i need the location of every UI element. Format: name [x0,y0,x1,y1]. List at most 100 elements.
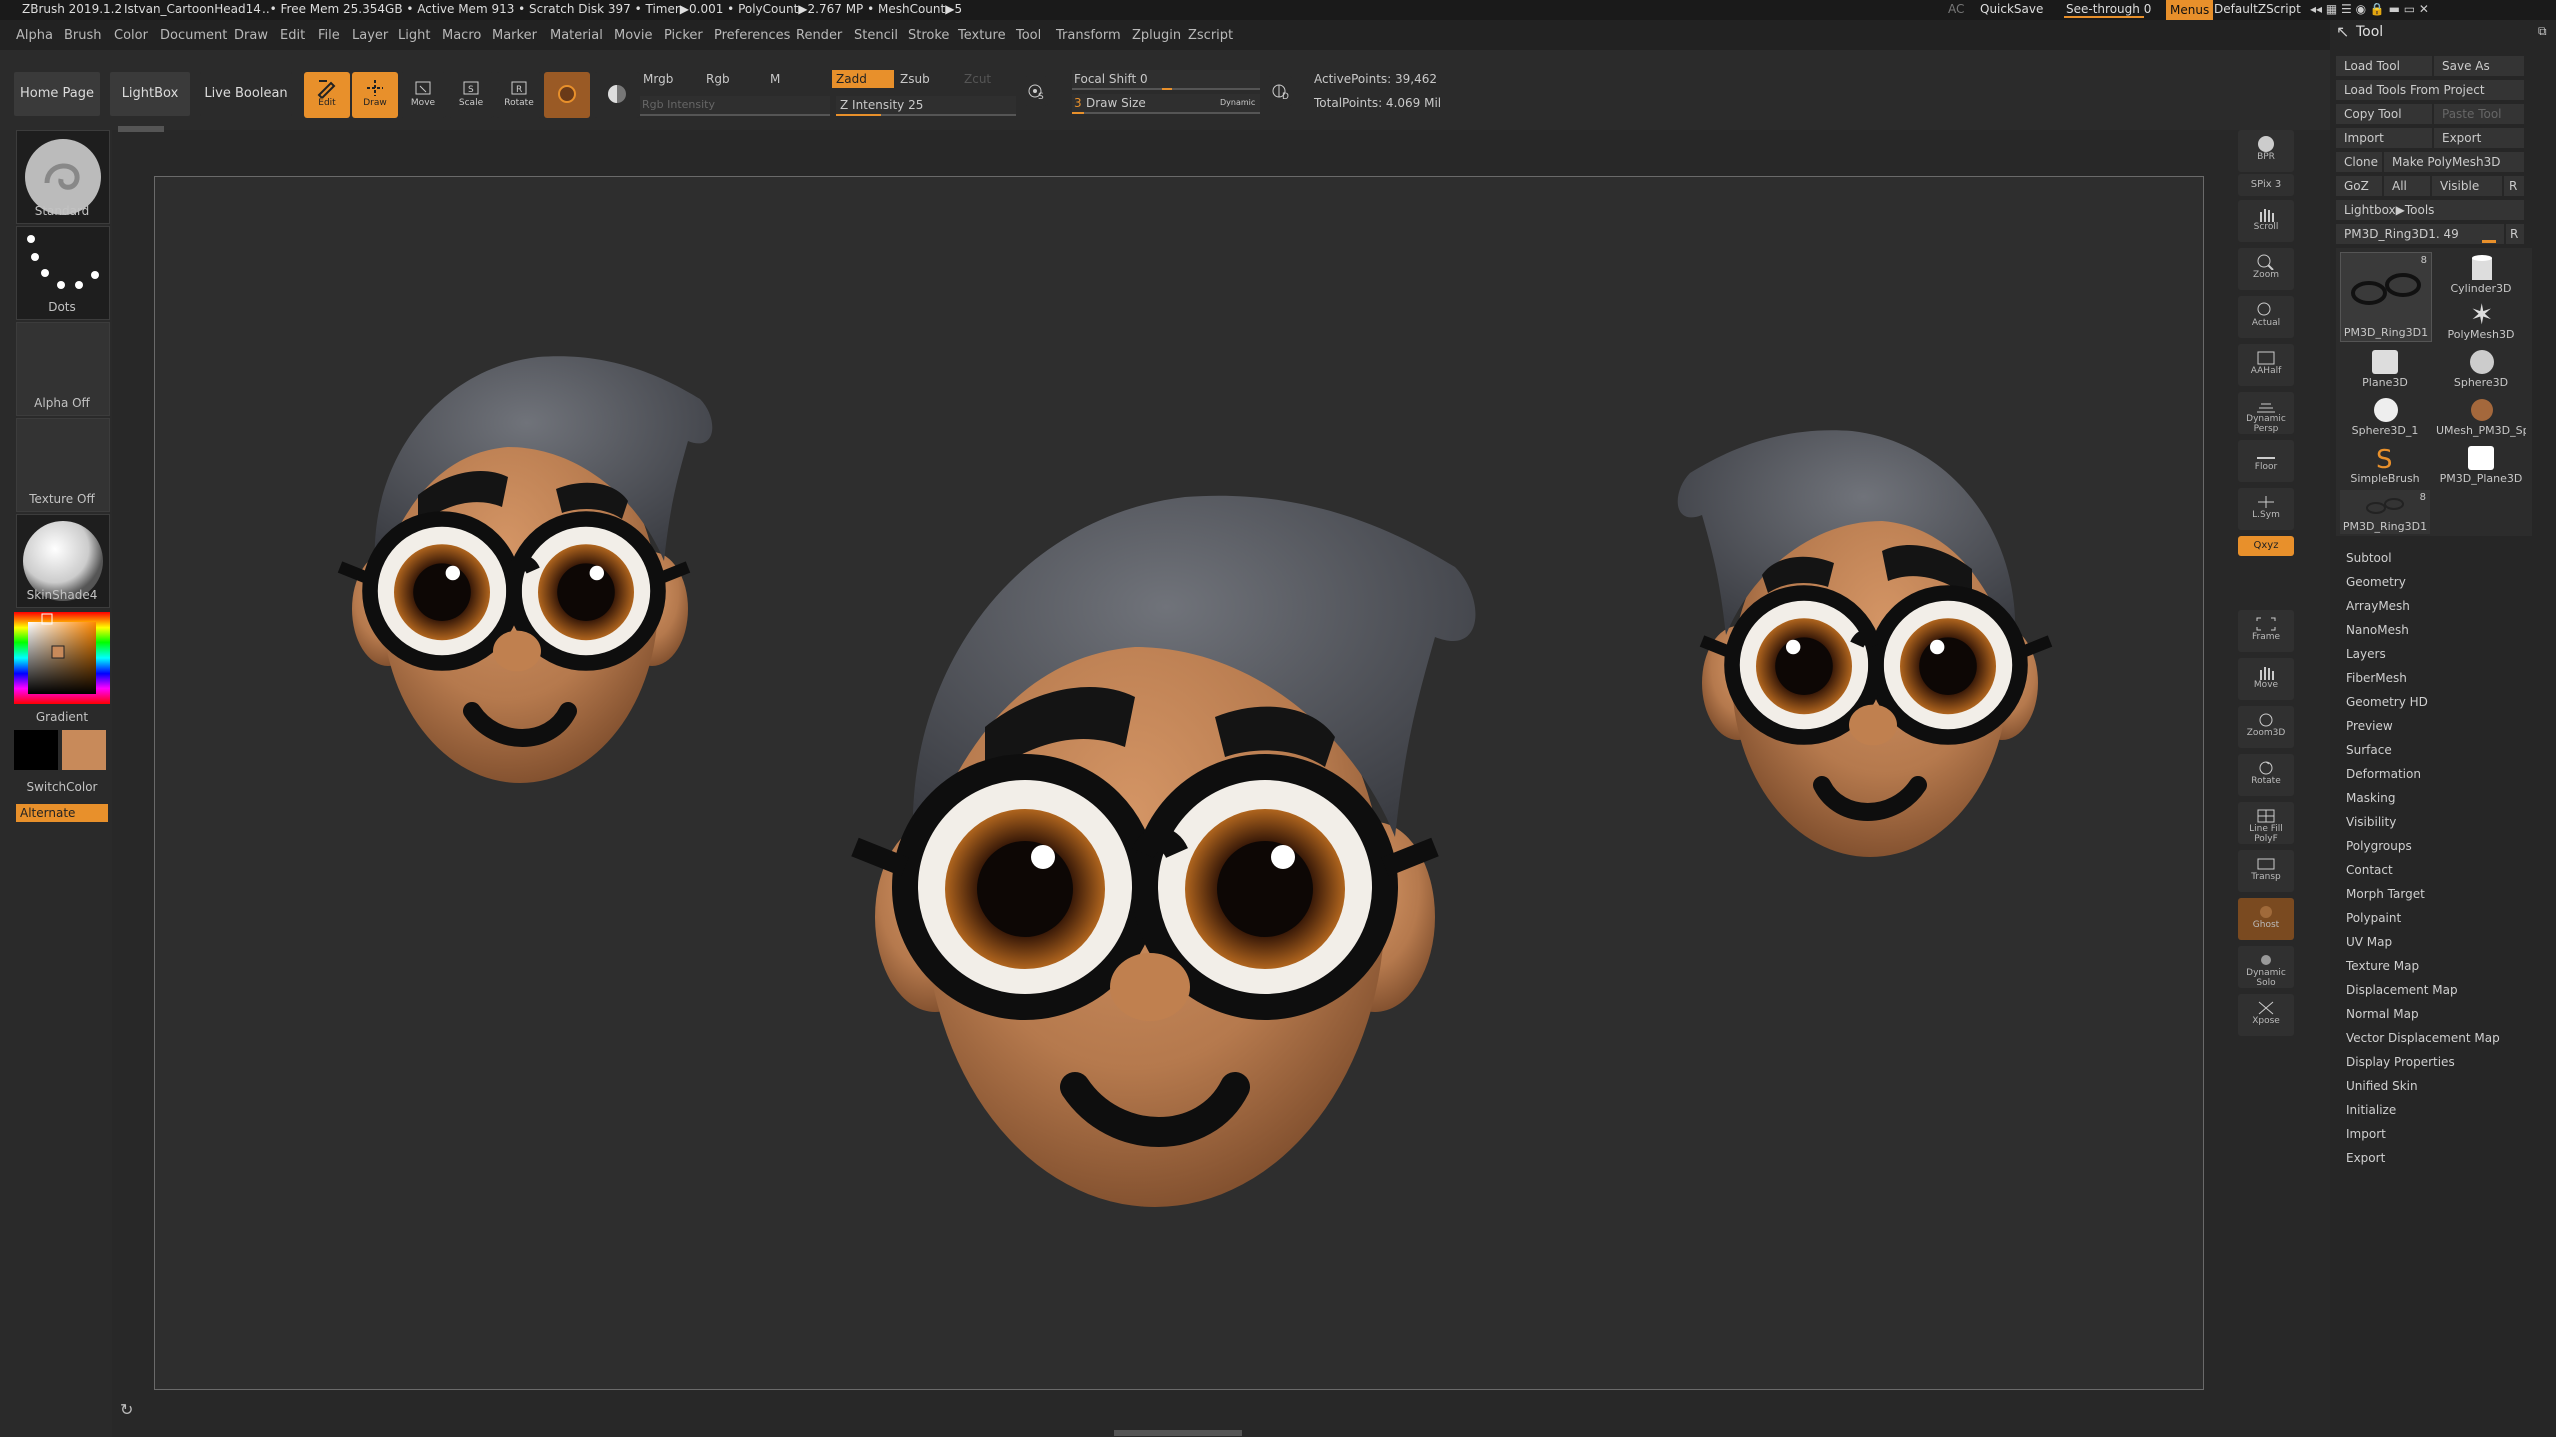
stroke-s-toggle[interactable]: S [1024,76,1048,106]
menu-brush[interactable]: Brush [64,28,102,43]
mrgb-button[interactable]: Mrgb [643,72,673,86]
material-sphere-button[interactable] [594,72,640,118]
palette-popout-icon[interactable]: ⧉ [2538,24,2547,39]
tool-thumb-polymesh3d[interactable]: ✶ PolyMesh3D [2436,298,2526,342]
subpalette-preview[interactable]: Preview [2346,719,2393,733]
stroke-d-toggle[interactable]: D [1268,76,1292,106]
subpalette-display-properties[interactable]: Display Properties [2346,1055,2455,1069]
solo-button[interactable]: Dynamic Solo [2238,946,2294,988]
menu-transform[interactable]: Transform [1056,28,1121,43]
tool-thumb-simplebrush[interactable]: S SimpleBrush [2340,442,2430,486]
quicksave-button[interactable]: QuickSave [1980,2,2043,16]
menu-zscript[interactable]: Zscript [1188,28,1233,43]
load-tools-from-project-button[interactable]: Load Tools From Project [2336,80,2524,100]
lsym-button[interactable]: L.Sym [2238,488,2294,530]
tool-r-button[interactable]: R [2506,224,2524,244]
export-button[interactable]: Export [2434,128,2524,148]
palette-arrow-icon[interactable]: ↖ [2336,22,2349,41]
make-polymesh3d-button[interactable]: Make PolyMesh3D [2384,152,2524,172]
rotate-mode-button[interactable]: R Rotate [496,72,542,118]
subpalette-geometry[interactable]: Geometry [2346,575,2406,589]
menu-alpha[interactable]: Alpha [16,28,53,43]
move-mode-button[interactable]: Move [400,72,446,118]
rgb-button[interactable]: Rgb [706,72,730,86]
zoom-button[interactable]: Zoom [2238,248,2294,290]
focal-shift-slider[interactable]: Focal Shift 0 [1072,70,1260,90]
edit-mode-button[interactable]: Edit [304,72,350,118]
subpalette-texture-map[interactable]: Texture Map [2346,959,2419,973]
menu-preferences[interactable]: Preferences [714,28,790,43]
subpalette-polypaint[interactable]: Polypaint [2346,911,2401,925]
home-page-button[interactable]: Home Page [14,72,100,116]
subpalette-export[interactable]: Export [2346,1151,2385,1165]
transp-button[interactable]: Transp [2238,850,2294,892]
menu-material[interactable]: Material [550,28,603,43]
window-controls[interactable]: ◂◂ ▦ ☰ ◉ 🔒 ▬ ▭ ✕ [2310,2,2429,16]
tool-thumb-umesh[interactable]: UMesh_PM3D_Sp [2436,394,2526,438]
xpose-button[interactable]: Xpose [2238,994,2294,1036]
default-zscript[interactable]: DefaultZScript [2214,2,2301,16]
ac-label[interactable]: AC [1948,2,1964,16]
subpalette-initialize[interactable]: Initialize [2346,1103,2396,1117]
current-tool-slider[interactable]: PM3D_Ring3D1. 49 [2336,224,2504,244]
subpalette-import[interactable]: Import [2346,1127,2386,1141]
draw-size-slider[interactable]: 3 Draw Size Dynamic [1072,94,1260,114]
m-button[interactable]: M [770,72,780,86]
save-as-button[interactable]: Save As [2434,56,2524,76]
subpalette-geometry-hd[interactable]: Geometry HD [2346,695,2428,709]
tool-thumb-sphere3d[interactable]: Sphere3D [2436,346,2526,390]
live-boolean-button[interactable]: Live Boolean [200,72,292,116]
menu-draw[interactable]: Draw [234,28,268,43]
tool-thumb-cylinder[interactable]: Cylinder3D [2436,252,2526,296]
menu-macro[interactable]: Macro [442,28,481,43]
main-color-swatch[interactable] [14,730,58,770]
draw-mode-button[interactable]: Draw [352,72,398,118]
secondary-color-swatch[interactable] [62,730,106,770]
menu-marker[interactable]: Marker [492,28,537,43]
subpalette-masking[interactable]: Masking [2346,791,2395,805]
tool-thumb-plane3d[interactable]: Plane3D [2340,346,2430,390]
goz-r-button[interactable]: R [2504,176,2524,196]
bpr-button[interactable]: BPR [2238,130,2294,172]
menus-toggle[interactable]: Menus [2166,0,2214,20]
tool-thumb-ring-2[interactable]: 8 PM3D_Ring3D1 [2340,490,2430,534]
persp-button[interactable]: Dynamic Persp [2238,392,2294,434]
xyz-button[interactable]: Qxyz [2238,536,2294,556]
menu-tool[interactable]: Tool [1016,28,1041,43]
zadd-button[interactable]: Zadd [832,70,894,88]
goz-all-button[interactable]: All [2384,176,2430,196]
clone-button[interactable]: Clone [2336,152,2382,172]
menu-zplugin[interactable]: Zplugin [1132,28,1181,43]
menu-light[interactable]: Light [398,28,430,43]
floor-button[interactable]: Floor [2238,440,2294,482]
z-intensity-slider[interactable]: Z Intensity 25 [836,96,1016,116]
subpalette-morph-target[interactable]: Morph Target [2346,887,2425,901]
subpalette-subtool[interactable]: Subtool [2346,551,2392,565]
zoom3d-button[interactable]: Zoom3D [2238,706,2294,748]
actual-button[interactable]: Actual [2238,296,2294,338]
switch-color-button[interactable]: SwitchColor [0,780,124,794]
subpalette-arraymesh[interactable]: ArrayMesh [2346,599,2410,613]
subpalette-visibility[interactable]: Visibility [2346,815,2396,829]
tool-thumb-sphere3d-1[interactable]: Sphere3D_1 [2340,394,2430,438]
menu-texture[interactable]: Texture [958,28,1006,43]
lightbox-button[interactable]: LightBox [110,72,190,116]
menu-layer[interactable]: Layer [352,28,388,43]
dynamic-toggle[interactable]: Dynamic [1220,98,1255,107]
menu-color[interactable]: Color [114,28,148,43]
menu-document[interactable]: Document [160,28,227,43]
canvas-viewport[interactable] [154,176,2204,1390]
subpalette-contact[interactable]: Contact [2346,863,2393,877]
menu-edit[interactable]: Edit [280,28,305,43]
copy-tool-button[interactable]: Copy Tool [2336,104,2432,124]
ghost-button[interactable]: Ghost [2238,898,2294,940]
brush-mode-button[interactable] [544,72,590,118]
rotate-view-button[interactable]: Rotate [2238,754,2294,796]
subpalette-normal-map[interactable]: Normal Map [2346,1007,2419,1021]
import-button[interactable]: Import [2336,128,2432,148]
frame-button[interactable]: Frame [2238,610,2294,652]
zsub-button[interactable]: Zsub [900,72,930,86]
scroll-button[interactable]: Scroll [2238,200,2294,242]
subpalette-vector-displacement-map[interactable]: Vector Displacement Map [2346,1031,2500,1045]
zcut-button[interactable]: Zcut [964,72,991,86]
